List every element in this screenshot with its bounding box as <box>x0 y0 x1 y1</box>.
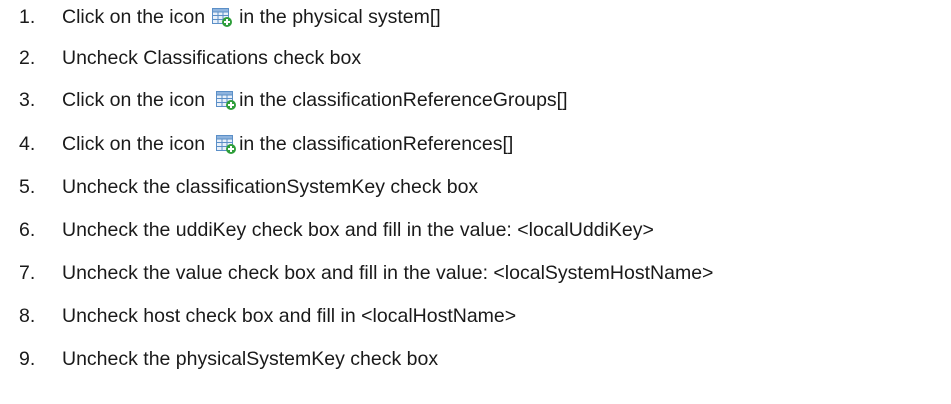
step-text: Click on the icon in the physical system… <box>62 6 441 29</box>
add-table-row-icon <box>215 89 237 111</box>
step-3: 3. Click on the icon in the classificati… <box>0 85 568 115</box>
step-8: 8. Uncheck host check box and fill in <l… <box>0 301 516 331</box>
step-number: 8. <box>19 304 36 327</box>
step-text-before: Click on the icon <box>62 132 206 155</box>
step-text: Uncheck the classificationSystemKey chec… <box>62 175 479 198</box>
step-9: 9. Uncheck the physicalSystemKey check b… <box>0 344 438 374</box>
step-7: 7. Uncheck the value check box and fill … <box>0 258 713 288</box>
step-number: 5. <box>19 175 36 198</box>
step-number: 6. <box>19 218 36 241</box>
step-text: Uncheck the value check box and fill in … <box>62 261 714 284</box>
step-1: 1. Click on the icon in the physical sys… <box>0 2 441 32</box>
step-number: 2. <box>19 46 36 69</box>
step-number: 3. <box>19 88 36 111</box>
step-text-after: in the classificationReferenceGroups[] <box>239 88 568 111</box>
step-4: 4. Click on the icon in the classificati… <box>0 129 513 159</box>
step-text-before: Click on the icon <box>62 88 206 111</box>
step-text-before: Click on the icon <box>62 5 206 28</box>
step-text: Click on the icon in the classificationR… <box>62 133 513 156</box>
step-text: Uncheck the physicalSystemKey check box <box>62 347 439 370</box>
step-number: 4. <box>19 132 36 155</box>
step-number: 9. <box>19 347 36 370</box>
instruction-list: 1. Click on the icon in the physical sys… <box>0 0 951 404</box>
step-number: 7. <box>19 261 36 284</box>
step-text-after: in the physical system[] <box>239 5 441 28</box>
add-table-row-icon <box>215 133 237 155</box>
step-text-after: in the classificationReferences[] <box>239 132 514 155</box>
step-text: Uncheck the uddiKey check box and fill i… <box>62 218 654 241</box>
step-text: Uncheck Classifications check box <box>62 46 362 69</box>
step-2: 2. Uncheck Classifications check box <box>0 43 361 73</box>
step-number: 1. <box>19 5 36 28</box>
step-text: Click on the icon in the classificationR… <box>62 89 568 112</box>
step-6: 6. Uncheck the uddiKey check box and fil… <box>0 215 654 245</box>
step-text: Uncheck host check box and fill in <loca… <box>62 304 517 327</box>
add-table-row-icon <box>211 6 233 28</box>
step-5: 5. Uncheck the classificationSystemKey c… <box>0 172 478 202</box>
